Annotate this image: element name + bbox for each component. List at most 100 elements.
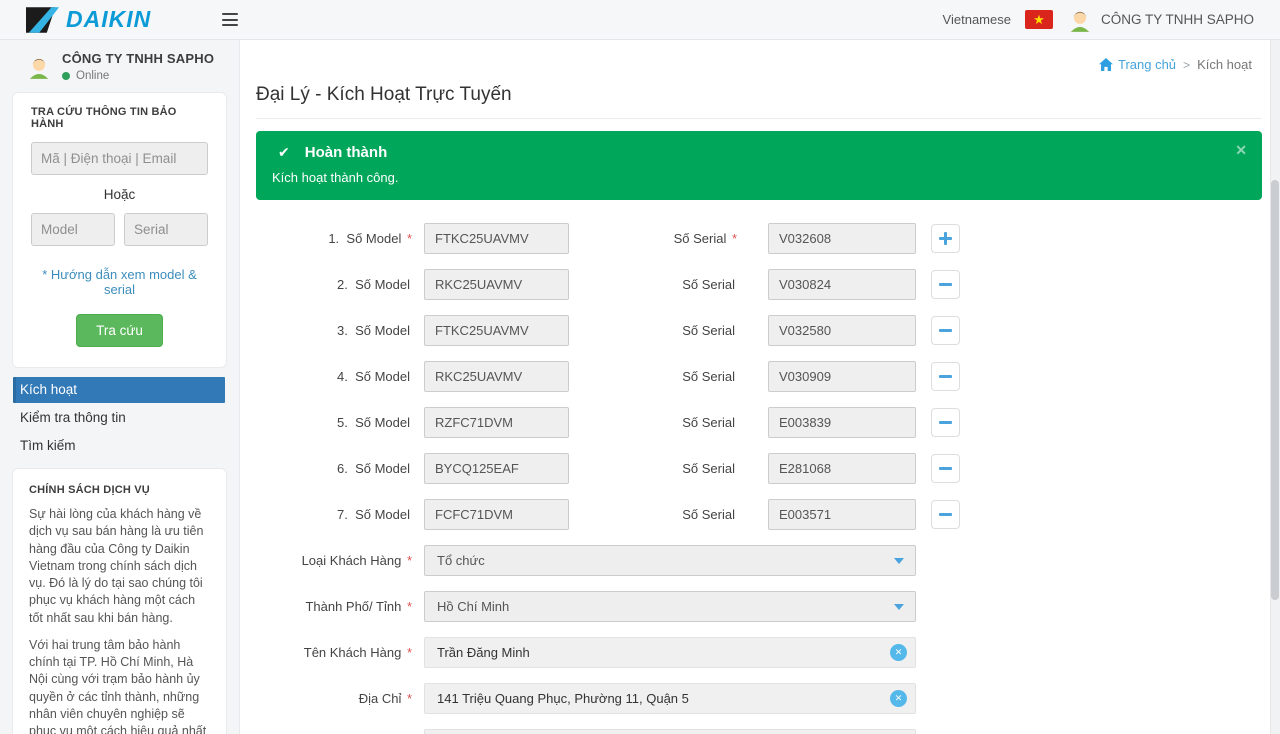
field-label: Địa Chỉ *	[256, 691, 412, 706]
model-input[interactable]	[424, 407, 569, 438]
partial-field-input[interactable]	[424, 729, 916, 734]
model-input[interactable]	[424, 315, 569, 346]
form-field-row: Loại Khách Hàng * Tổ chức	[256, 545, 1270, 576]
serial-input[interactable]	[768, 361, 916, 392]
serial-label-text: Số Serial	[682, 507, 735, 522]
sidebar: CÔNG TY TNHH SAPHO Online TRA CỨU THÔNG …	[0, 40, 240, 734]
model-input[interactable]	[424, 361, 569, 392]
serial-label: Số Serial	[569, 461, 737, 476]
or-label: Hoặc	[31, 187, 208, 202]
clear-input-icon[interactable]: ✕	[890, 690, 907, 707]
lookup-submit-button[interactable]: Tra cứu	[76, 314, 163, 347]
field-label-text: Loại Khách Hàng	[302, 553, 402, 568]
scrollbar-thumb[interactable]	[1271, 180, 1279, 600]
model-label-text: Số Model	[355, 277, 410, 292]
model-label-text: Số Model	[355, 507, 410, 522]
model-serial-row: 6. Số Model Số Serial	[256, 453, 1270, 484]
breadcrumb-separator: >	[1183, 58, 1190, 72]
serial-label: Số Serial	[569, 369, 737, 384]
serial-label: Số Serial *	[569, 231, 737, 246]
select-value: Tổ chức	[437, 553, 485, 568]
model-label-text: Số Model	[355, 323, 410, 338]
activation-form: 1. Số Model * Số Serial * 2. Số Model Số…	[256, 223, 1270, 734]
page-title: Đại Lý - Kích Hoạt Trực Tuyến	[256, 84, 1270, 106]
serial-label-text: Số Serial	[682, 461, 735, 476]
field-select[interactable]: Tổ chức	[424, 545, 916, 576]
remove-row-button[interactable]	[931, 362, 960, 391]
field-label: Thành Phố/ Tỉnh *	[256, 599, 412, 614]
required-asterisk: *	[403, 691, 412, 706]
model-input[interactable]	[424, 223, 569, 254]
field-input[interactable]	[424, 637, 916, 668]
lookup-title: TRA CỨU THÔNG TIN BẢO HÀNH	[31, 106, 208, 130]
model-label-text: Số Model	[355, 369, 410, 384]
alert-close-button[interactable]: ✕	[1235, 142, 1247, 159]
remove-row-button[interactable]	[931, 408, 960, 437]
breadcrumb-home-link[interactable]: Trang chủ	[1099, 57, 1176, 72]
serial-label-text: Số Serial	[674, 231, 727, 246]
policy-paragraphs: Sự hài lòng của khách hàng về dịch vụ sa…	[29, 506, 210, 734]
clear-input-icon[interactable]: ✕	[890, 644, 907, 661]
model-serial-row: 4. Số Model Số Serial	[256, 361, 1270, 392]
required-asterisk: *	[403, 553, 412, 568]
user-avatar-icon	[1067, 7, 1093, 33]
model-label-text: Số Model	[355, 415, 410, 430]
daikin-logo[interactable]: DAIKIN	[0, 6, 151, 33]
remove-row-button[interactable]	[931, 500, 960, 529]
remove-row-button[interactable]	[931, 454, 960, 483]
model-serial-row: 3. Số Model Số Serial	[256, 315, 1270, 346]
daikin-logo-mark-icon	[26, 7, 60, 33]
model-label: 4. Số Model	[256, 369, 412, 384]
check-icon: ✔	[278, 144, 290, 161]
required-asterisk: *	[403, 599, 412, 614]
online-status-label: Online	[76, 70, 109, 82]
form-field-row: Thành Phố/ Tỉnh * Hồ Chí Minh	[256, 591, 1270, 622]
brand-text: DAIKIN	[66, 6, 151, 33]
header-user-name: CÔNG TY TNHH SAPHO	[1101, 12, 1254, 27]
serial-input[interactable]	[768, 407, 916, 438]
sidebar-nav-item-active[interactable]: Kích hoạt	[13, 377, 225, 403]
add-row-button[interactable]	[931, 224, 960, 253]
model-input[interactable]	[424, 453, 569, 484]
customer-fields: Loại Khách Hàng * Tổ chức Thành Phố/ Tỉn…	[256, 545, 1270, 714]
serial-input[interactable]	[768, 223, 916, 254]
sidebar-nav-item-default[interactable]: Kiểm tra thông tin	[13, 405, 225, 431]
model-label: 1. Số Model *	[256, 231, 412, 246]
sidebar-avatar-icon	[26, 54, 52, 80]
remove-row-button[interactable]	[931, 316, 960, 345]
warranty-lookup-card: TRA CỨU THÔNG TIN BẢO HÀNH Hoặc * Hướng …	[12, 92, 227, 368]
serial-input[interactable]	[768, 499, 916, 530]
menu-toggle-button[interactable]	[222, 13, 238, 26]
serial-input[interactable]	[768, 453, 916, 484]
header-user-menu[interactable]: CÔNG TY TNHH SAPHO	[1067, 7, 1254, 33]
language-label[interactable]: Vietnamese	[943, 12, 1011, 27]
sidebar-nav-item-default[interactable]: Tìm kiếm	[13, 433, 225, 459]
online-status-dot	[62, 72, 70, 80]
row-index: 2.	[337, 277, 348, 292]
alert-title: Hoàn thành	[305, 144, 388, 161]
policy-title: CHÍNH SÁCH DỊCH VỤ	[29, 484, 210, 496]
model-serial-guide-link[interactable]: * Hướng dẫn xem model & serial	[31, 267, 208, 297]
model-input[interactable]	[424, 269, 569, 300]
row-index: 4.	[337, 369, 348, 384]
vietnam-flag-icon[interactable]: ★	[1025, 10, 1053, 29]
row-index: 7.	[337, 507, 348, 522]
breadcrumb-home-label: Trang chủ	[1118, 57, 1176, 72]
serial-input[interactable]	[768, 315, 916, 346]
serial-input[interactable]	[768, 269, 916, 300]
model-input[interactable]	[424, 499, 569, 530]
top-header: DAIKIN Vietnamese ★ CÔNG TY TNHH SAPHO	[0, 0, 1280, 40]
lookup-model-input[interactable]	[31, 213, 115, 246]
model-label-text: Số Model	[346, 231, 401, 246]
form-field-row: Tên Khách Hàng * ✕	[256, 637, 1270, 668]
chevron-down-icon	[894, 558, 904, 564]
remove-row-button[interactable]	[931, 270, 960, 299]
lookup-code-input[interactable]	[31, 142, 208, 175]
success-alert: ✔ Hoàn thành Kích hoạt thành công. ✕	[256, 131, 1262, 200]
model-label: 2. Số Model	[256, 277, 412, 292]
scrollbar-track[interactable]	[1270, 40, 1280, 734]
lookup-serial-input[interactable]	[124, 213, 208, 246]
field-input[interactable]	[424, 683, 916, 714]
field-select[interactable]: Hồ Chí Minh	[424, 591, 916, 622]
serial-label: Số Serial	[569, 507, 737, 522]
